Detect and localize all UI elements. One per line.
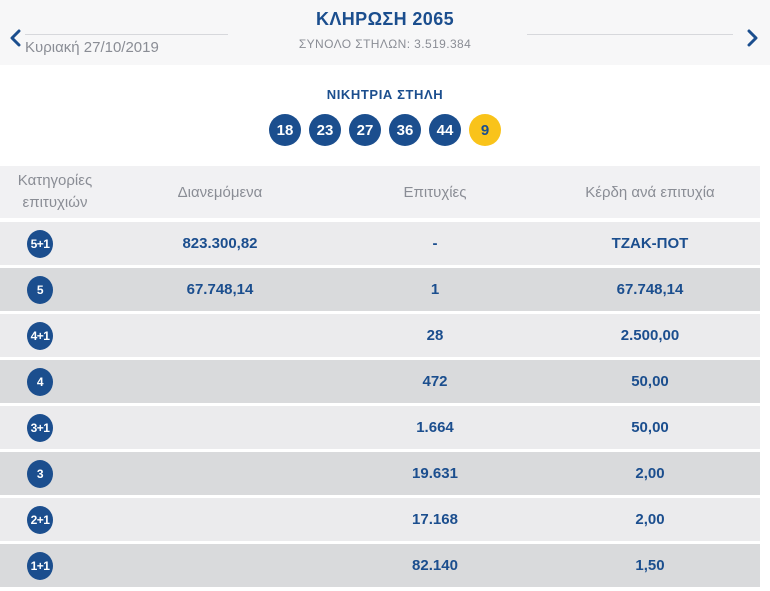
draw-title: ΚΛΗΡΩΣΗ 2065 (185, 9, 585, 30)
next-draw-button[interactable] (742, 28, 764, 50)
draw-date: Κυριακή 27/10/2019 (25, 39, 159, 56)
prize-cell: 2,00 (540, 465, 760, 482)
draw-results-page: Κυριακή 27/10/2019 ΚΛΗΡΩΣΗ 2065 ΣΥΝΟΛΟ Σ… (0, 0, 770, 591)
winners-cell: 28 (330, 327, 540, 344)
winners-cell: 472 (330, 373, 540, 390)
table-row: 1+1 82.140 1,50 (0, 544, 760, 587)
category-badge: 3 (27, 460, 53, 488)
table-row: 3 19.631 2,00 (0, 452, 760, 495)
table-row: 5 67.748,14 1 67.748,14 (0, 268, 760, 311)
table-row: 2+1 17.168 2,00 (0, 498, 760, 541)
number-ball: 36 (389, 114, 421, 146)
prize-cell: ΤΖΑΚ-ΠΟΤ (540, 235, 760, 252)
category-badge: 2+1 (27, 506, 53, 534)
column-header-distributed: Διανεμόμενα (110, 184, 330, 201)
winning-column-section: ΝΙΚΗΤΡΙΑ ΣΤΗΛΗ 18 23 27 36 44 9 (0, 65, 770, 146)
winners-cell: 19.631 (330, 465, 540, 482)
table-row: 4 472 50,00 (0, 360, 760, 403)
chevron-left-icon (8, 35, 22, 50)
draw-title-block: ΚΛΗΡΩΣΗ 2065 ΣΥΝΟΛΟ ΣΤΗΛΩΝ: 3.519.384 (185, 9, 585, 51)
winning-numbers: 18 23 27 36 44 9 (0, 114, 770, 146)
prize-cell: 2.500,00 (540, 327, 760, 344)
previous-draw-button[interactable] (4, 28, 26, 50)
winning-column-title: ΝΙΚΗΤΡΙΑ ΣΤΗΛΗ (0, 87, 770, 102)
number-ball: 27 (349, 114, 381, 146)
table-body: 5+1 823.300,82 - ΤΖΑΚ-ΠΟΤ 5 67.748,14 1 … (0, 222, 760, 587)
results-table: Κατηγορίες επιτυχιών Διανεμόμενα Επιτυχί… (0, 166, 760, 587)
category-badge: 5 (27, 276, 53, 304)
number-ball: 44 (429, 114, 461, 146)
draw-navigation-header: Κυριακή 27/10/2019 ΚΛΗΡΩΣΗ 2065 ΣΥΝΟΛΟ Σ… (0, 0, 770, 65)
number-ball: 18 (269, 114, 301, 146)
number-ball: 23 (309, 114, 341, 146)
distributed-cell: 67.748,14 (110, 281, 330, 298)
winners-cell: 82.140 (330, 557, 540, 574)
prize-cell: 67.748,14 (540, 281, 760, 298)
distributed-cell: 823.300,82 (110, 235, 330, 252)
category-badge: 3+1 (27, 414, 53, 442)
prize-cell: 2,00 (540, 511, 760, 528)
table-row: 5+1 823.300,82 - ΤΖΑΚ-ΠΟΤ (0, 222, 760, 265)
prize-cell: 50,00 (540, 419, 760, 436)
category-badge: 4+1 (27, 322, 53, 350)
winners-cell: 1 (330, 281, 540, 298)
column-header-categories: Κατηγορίες επιτυχιών (0, 170, 110, 214)
chevron-right-icon (746, 35, 760, 50)
winners-cell: - (330, 235, 540, 252)
category-badge: 1+1 (27, 552, 53, 580)
column-header-prize: Κέρδη ανά επιτυχία (540, 184, 760, 201)
bonus-number-ball: 9 (469, 114, 501, 146)
total-columns-label: ΣΥΝΟΛΟ ΣΤΗΛΩΝ: 3.519.384 (185, 37, 585, 51)
table-row: 3+1 1.664 50,00 (0, 406, 760, 449)
table-header: Κατηγορίες επιτυχιών Διανεμόμενα Επιτυχί… (0, 166, 760, 218)
column-header-winners: Επιτυχίες (330, 184, 540, 201)
winners-cell: 1.664 (330, 419, 540, 436)
prize-cell: 1,50 (540, 557, 760, 574)
prize-cell: 50,00 (540, 373, 760, 390)
category-badge: 5+1 (27, 230, 53, 258)
winners-cell: 17.168 (330, 511, 540, 528)
header-divider-right (527, 34, 733, 35)
table-row: 4+1 28 2.500,00 (0, 314, 760, 357)
category-badge: 4 (27, 368, 53, 396)
